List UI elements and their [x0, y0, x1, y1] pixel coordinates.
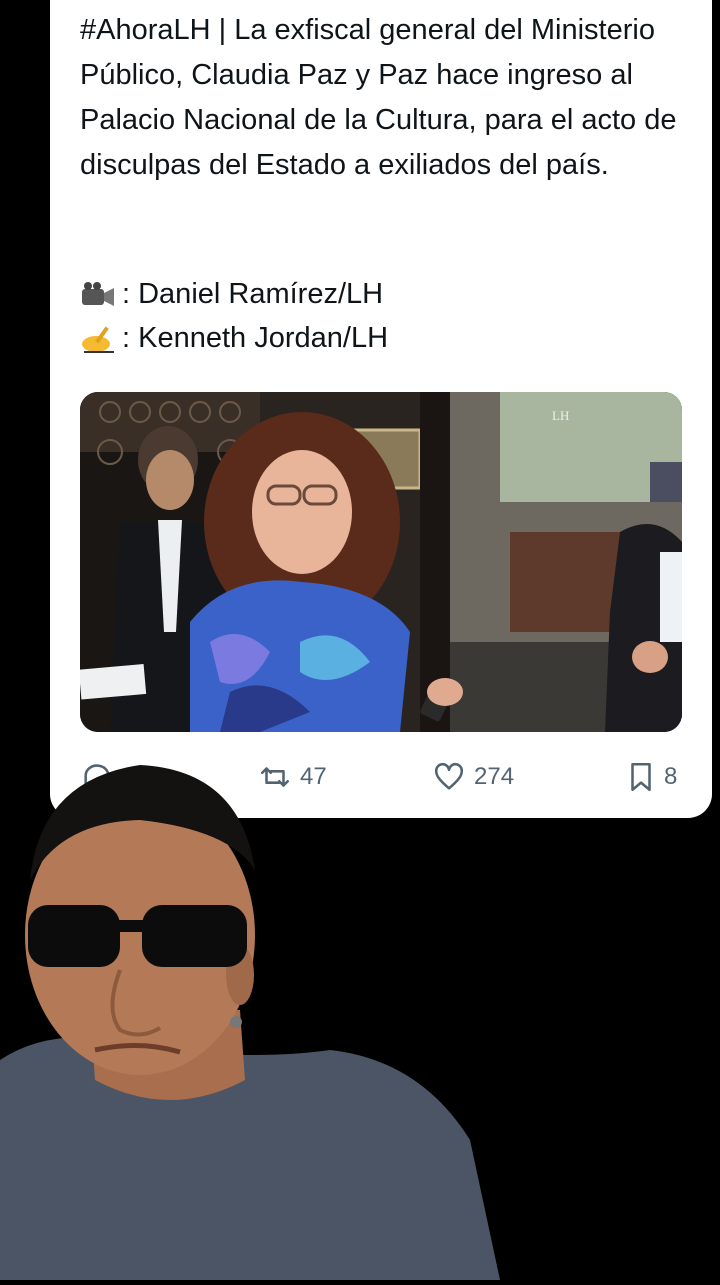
tweet-media-video[interactable]: LH [80, 392, 682, 732]
credit-video: : Daniel Ramírez/LH [80, 278, 383, 311]
bookmark-count: 8 [664, 763, 678, 790]
presenter-overlay [0, 760, 520, 1280]
tweet-text: #AhoraLH | La exfiscal general del Minis… [80, 14, 677, 181]
writing-hand-icon [80, 324, 118, 354]
tweet-card[interactable]: #AhoraLH | La exfiscal general del Minis… [50, 0, 712, 818]
video-camera-icon [80, 280, 118, 310]
bookmark-icon [631, 762, 651, 792]
credit-text-label: : Kenneth Jordan/LH [122, 322, 389, 354]
credit-video-label: : Daniel Ramírez/LH [122, 278, 384, 310]
credit-text: : Kenneth Jordan/LH [80, 322, 388, 355]
media-watermark: LH [552, 408, 569, 423]
media-scene: LH [80, 392, 682, 732]
bookmark-button[interactable]: 8 [626, 760, 677, 794]
